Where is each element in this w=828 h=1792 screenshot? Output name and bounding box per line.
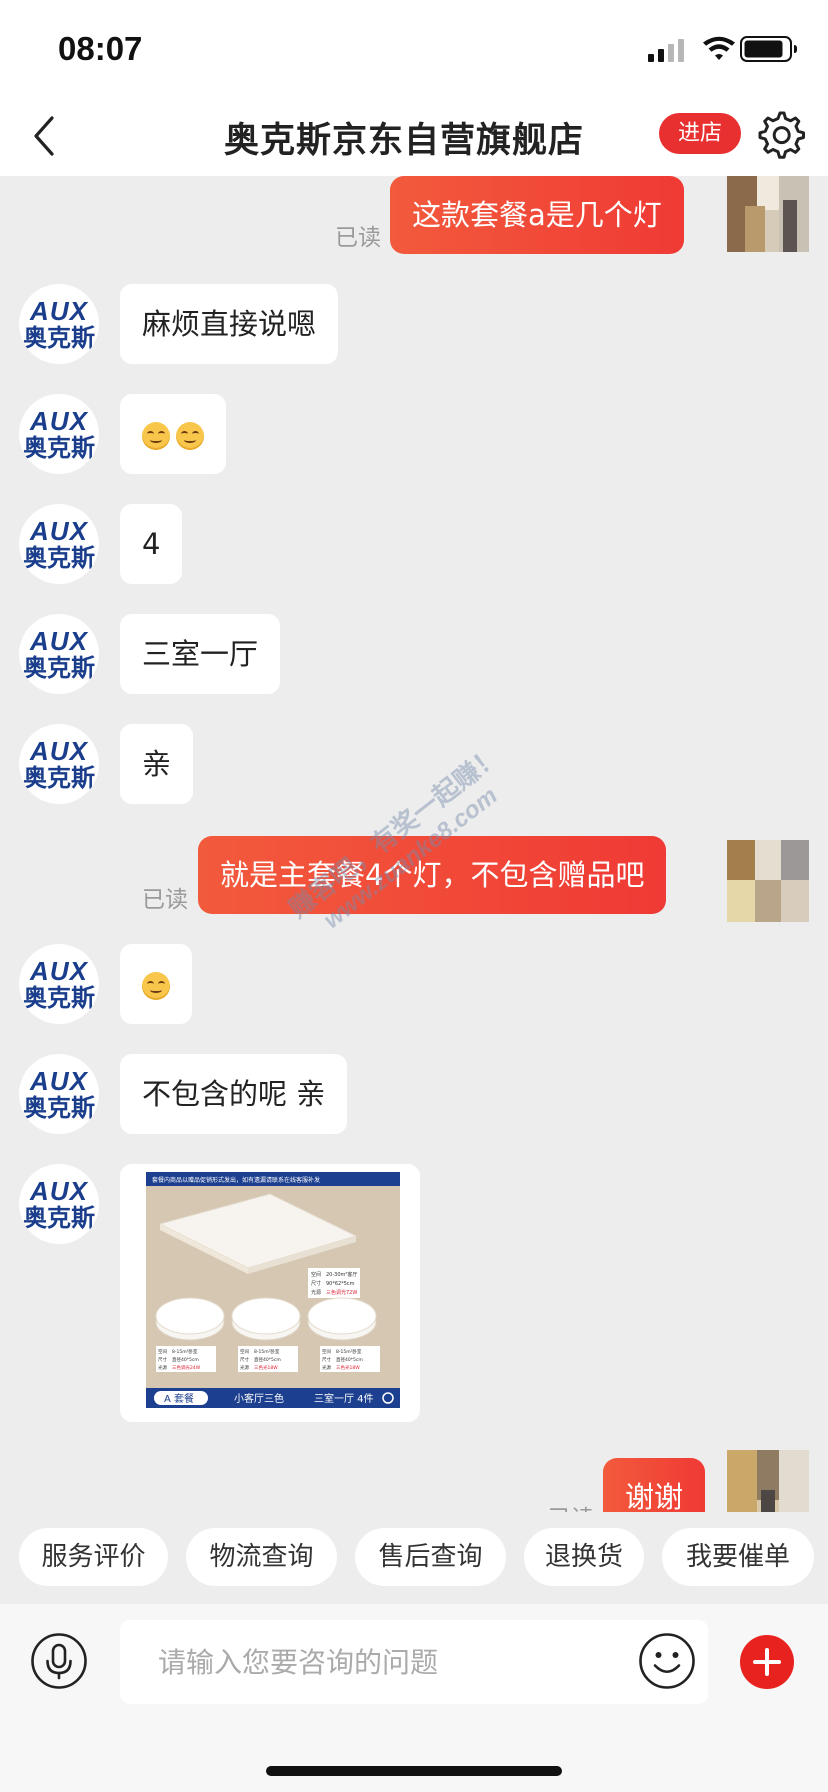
shop-avatar[interactable]: AUX 奥克斯 (19, 724, 99, 804)
image-caption: 小客厅三色 (234, 1392, 284, 1405)
image-spec-label: 光源 (158, 1364, 167, 1371)
shop-avatar[interactable]: AUX 奥克斯 (19, 284, 99, 364)
image-spec-label: 空间 (322, 1348, 331, 1355)
image-spec-label: 空间 (311, 1271, 321, 1278)
image-spec-value: 直径40*5cm (254, 1356, 281, 1363)
image-spec-label: 尺寸 (311, 1280, 321, 1287)
user-avatar[interactable] (727, 1450, 809, 1512)
chip-logistics-query[interactable]: 物流查询 (186, 1528, 337, 1586)
image-spec-value: 90*62*5cm (326, 1281, 355, 1287)
shop-avatar-logo-en: AUX (30, 956, 88, 986)
shop-avatar[interactable]: AUX 奥克斯 (19, 1164, 99, 1244)
read-receipt: 已读 (142, 887, 188, 913)
image-spec-label: 光源 (322, 1364, 331, 1371)
chat-header: 奥克斯京东自营旗舰店 进店 (0, 96, 828, 176)
shop-avatar[interactable]: AUX 奥克斯 (19, 394, 99, 474)
shop-avatar-logo-en: AUX (30, 516, 88, 546)
image-spec-label: 空间 (240, 1348, 249, 1355)
chip-return-exchange[interactable]: 退换货 (524, 1528, 644, 1586)
user-message-bubble[interactable]: 这款套餐a是几个灯 (390, 176, 684, 254)
shop-emoji-bubble[interactable] (120, 944, 192, 1024)
home-indicator[interactable] (266, 1766, 562, 1776)
shop-avatar-logo-cn: 奥克斯 (23, 434, 95, 462)
image-spec-value: 20-30m²客厅 (326, 1271, 357, 1278)
smiling-face-emoji-icon (142, 422, 170, 450)
shop-avatar-logo-cn: 奥克斯 (23, 1204, 95, 1232)
image-spec-label: 光源 (240, 1364, 249, 1371)
shop-avatar-logo-en: AUX (30, 296, 88, 326)
image-spec-label: 尺寸 (240, 1356, 249, 1363)
read-receipt: 已读 (335, 225, 381, 251)
emoji-smile-icon[interactable] (638, 1632, 696, 1690)
shop-avatar-logo-en: AUX (30, 406, 88, 436)
add-more-plus-icon[interactable] (740, 1635, 794, 1689)
message-input[interactable] (120, 1620, 708, 1704)
image-banner-text: 套餐内商品以赠品促销形式发出，如有遗漏请联系在线客服补发 (152, 1176, 320, 1184)
shop-message-bubble[interactable]: 麻烦直接说嗯 (120, 284, 339, 364)
shop-message-bubble[interactable]: 不包含的呢 亲 (120, 1054, 348, 1134)
shop-avatar[interactable]: AUX 奥克斯 (19, 614, 99, 694)
image-caption: 三室一厅 4件 (314, 1392, 374, 1405)
shop-avatar[interactable]: AUX 奥克斯 (19, 944, 99, 1024)
image-spec-value: 三色调光24W (172, 1364, 201, 1371)
image-spec-value: 三色光18W (254, 1364, 278, 1371)
shop-avatar-logo-cn: 奥克斯 (23, 984, 95, 1012)
image-spec-value: 三色光18W (336, 1364, 360, 1371)
shop-avatar-logo-cn: 奥克斯 (23, 544, 95, 572)
input-bar (0, 1604, 828, 1792)
image-spec-value: 三色调光72W (326, 1289, 357, 1296)
shop-avatar-logo-en: AUX (30, 736, 88, 766)
microphone-icon[interactable] (30, 1632, 88, 1690)
shop-avatar-logo-cn: 奥克斯 (23, 1094, 95, 1122)
wifi-icon (703, 36, 735, 60)
product-image-message[interactable]: 套餐内商品以赠品促销形式发出，如有遗漏请联系在线客服补发 空间 尺寸 光源 20… (120, 1164, 420, 1422)
shop-avatar-logo-cn: 奥克斯 (23, 654, 95, 682)
status-bar: 08:07 (0, 0, 828, 96)
shop-avatar-logo-en: AUX (30, 1176, 88, 1206)
image-spec-label: 光源 (311, 1289, 321, 1296)
image-spec-value: 8-15m²卧室 (254, 1348, 280, 1355)
chip-after-sales-query[interactable]: 售后查询 (355, 1528, 506, 1586)
image-spec-value: 直径40*5cm (336, 1356, 363, 1363)
shop-message-bubble[interactable]: 三室一厅 (120, 614, 281, 694)
status-time: 08:07 (58, 30, 143, 67)
image-spec-value: 8-15m²卧室 (336, 1348, 362, 1355)
shop-avatar[interactable]: AUX 奥克斯 (19, 504, 99, 584)
shop-message-bubble[interactable]: 亲 (120, 724, 194, 804)
image-spec-value: 8-15m²卧室 (172, 1348, 198, 1355)
image-spec-value: 直径40*5cm (172, 1356, 199, 1363)
shop-avatar[interactable]: AUX 奥克斯 (19, 1054, 99, 1134)
battery-icon (740, 36, 797, 62)
image-spec-label: 尺寸 (322, 1356, 331, 1363)
settings-gear-icon[interactable] (754, 108, 806, 160)
cellular-signal-icon (648, 38, 686, 62)
shop-avatar-logo-en: AUX (30, 1066, 88, 1096)
user-message-bubble[interactable]: 谢谢 (603, 1458, 706, 1512)
smiling-face-emoji-icon (142, 972, 170, 1000)
chip-service-review[interactable]: 服务评价 (19, 1528, 168, 1586)
chat-message-list[interactable]: 已读 这款套餐a是几个灯 AUX 奥克斯 麻烦直接说嗯 AUX 奥克斯 AUX … (0, 176, 828, 1512)
chip-urge-order[interactable]: 我要催单 (662, 1528, 814, 1586)
user-avatar[interactable] (727, 840, 809, 922)
user-avatar[interactable] (727, 176, 809, 252)
smiling-face-emoji-icon (176, 422, 204, 450)
product-image: 套餐内商品以赠品促销形式发出，如有遗漏请联系在线客服补发 空间 尺寸 光源 20… (146, 1172, 400, 1408)
image-package-tag: A 套餐 (164, 1392, 194, 1405)
quick-reply-bar: 服务评价 物流查询 售后查询 退换货 我要催单 (0, 1512, 828, 1604)
image-spec-label: 空间 (158, 1348, 167, 1355)
enter-store-button[interactable]: 进店 (659, 113, 741, 154)
shop-emoji-bubble[interactable] (120, 394, 226, 474)
read-receipt: 已读 (548, 1499, 594, 1512)
shop-avatar-logo-en: AUX (30, 626, 88, 656)
image-spec-label: 尺寸 (158, 1356, 167, 1363)
shop-message-bubble[interactable]: 4 (120, 504, 183, 584)
shop-avatar-logo-cn: 奥克斯 (23, 324, 95, 352)
shop-avatar-logo-cn: 奥克斯 (23, 764, 95, 792)
